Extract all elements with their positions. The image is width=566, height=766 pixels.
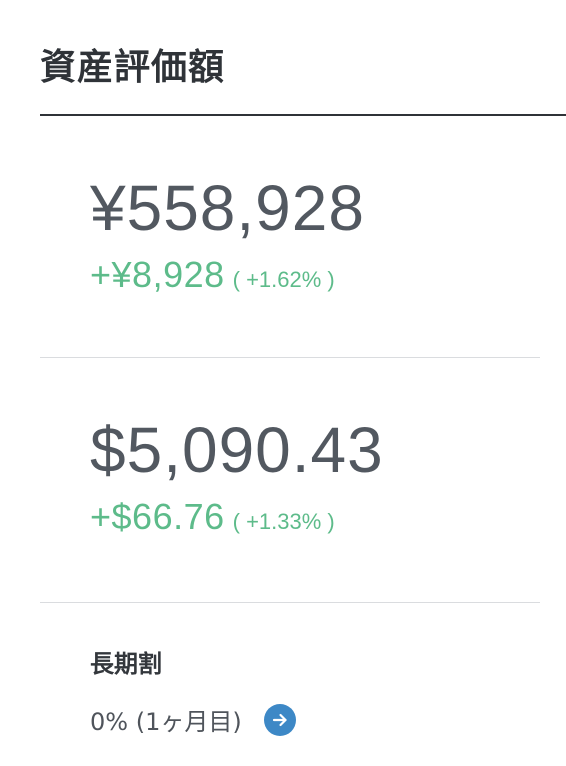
long-term-discount-link-button[interactable] (263, 703, 296, 736)
arrow-right-icon (272, 713, 287, 726)
long-term-discount-heading: 長期割 (90, 650, 162, 678)
usd-change-percent: ( +1.33% ) (232, 509, 335, 534)
usd-change-amount: +$66.76 (90, 496, 225, 537)
section-divider (40, 357, 540, 358)
jpy-change-percent: ( +1.62% ) (232, 267, 335, 292)
jpy-asset-block: ¥558,928 +¥8,928( +1.62% ) (90, 176, 365, 296)
jpy-change-amount: +¥8,928 (90, 254, 225, 295)
long-term-discount-value: 0% (1ヶ月目) (90, 708, 242, 736)
jpy-asset-value: ¥558,928 (90, 172, 365, 244)
jpy-change: +¥8,928 ( +1.62% ) (90, 254, 365, 296)
title-divider (40, 114, 566, 116)
usd-change: +$66.76 ( +1.33% ) (90, 496, 384, 538)
usd-asset-block: $5,090.43 +$66.76( +1.33% ) (90, 418, 384, 538)
section-divider (40, 602, 540, 603)
usd-asset-value: $5,090.43 (90, 414, 384, 486)
long-term-discount-row: 0% (1ヶ月目) (90, 702, 296, 737)
page-title: 資産評価額 (40, 47, 226, 88)
